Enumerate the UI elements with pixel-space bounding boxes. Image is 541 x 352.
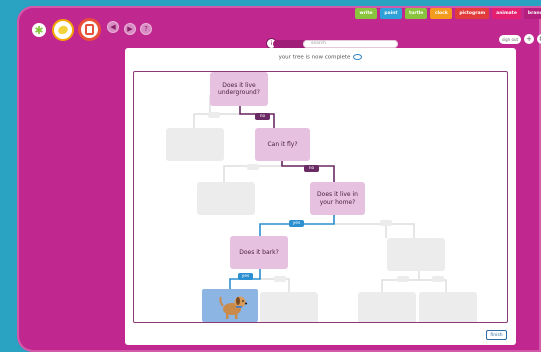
- status-text: your tree is now complete: [125, 54, 516, 61]
- no-badge: no: [255, 113, 270, 120]
- tab-clock[interactable]: clock: [430, 8, 453, 19]
- empty-node: [166, 128, 224, 161]
- question-text: Does it bark?: [239, 248, 279, 256]
- empty-node: [387, 238, 445, 271]
- empty-badge: [432, 276, 444, 282]
- question-text: Does it live in your home?: [317, 191, 358, 206]
- app-tabs: write paint turtle clock pictogram anima…: [355, 8, 541, 19]
- tree-canvas: Does it live underground? Can it fly? Do…: [133, 71, 508, 323]
- empty-badge: [208, 112, 220, 118]
- search-input[interactable]: search: [303, 39, 398, 48]
- tab-pictogram[interactable]: pictogram: [455, 8, 490, 19]
- search-track: [273, 39, 305, 48]
- empty-node: [260, 292, 318, 322]
- add-icon[interactable]: +: [524, 34, 534, 44]
- question-node[interactable]: Does it live underground?: [210, 72, 268, 106]
- dog-icon: [219, 296, 248, 319]
- empty-node: [419, 292, 477, 322]
- yes-badge: yes: [289, 220, 304, 227]
- tab-turtle[interactable]: turtle: [405, 8, 428, 19]
- tree-panel: your tree is now complete Does it live u…: [125, 48, 516, 345]
- yes-badge: yes: [238, 273, 253, 280]
- empty-badge: [397, 276, 409, 282]
- question-text: Does it live underground?: [218, 81, 260, 97]
- undo-icon[interactable]: ◀: [107, 21, 119, 33]
- speech-bubble-icon[interactable]: [353, 54, 363, 60]
- lemon-icon[interactable]: [52, 19, 74, 41]
- empty-node: [197, 182, 255, 215]
- empty-badge: [380, 220, 392, 226]
- help-icon[interactable]: ?: [140, 23, 152, 35]
- question-node[interactable]: Does it bark?: [230, 236, 288, 269]
- tab-animate[interactable]: animate: [492, 8, 521, 19]
- app-window: ✱ ◀ ▶ ? write paint turtle clock pictogr…: [0, 0, 541, 352]
- no-badge: no: [304, 165, 319, 172]
- empty-badge: [274, 276, 286, 282]
- status-label: your tree is now complete: [278, 54, 351, 61]
- document-icon[interactable]: [78, 18, 101, 41]
- empty-badge: [247, 164, 259, 170]
- tab-branch[interactable]: branch: [523, 8, 541, 19]
- answer-node[interactable]: [202, 289, 258, 322]
- question-node[interactable]: Does it live in your home?: [310, 182, 365, 215]
- question-node[interactable]: Can it fly?: [255, 128, 310, 161]
- empty-node: [358, 292, 416, 322]
- question-text: Can it fly?: [267, 140, 298, 148]
- redo-icon[interactable]: ▶: [124, 23, 136, 35]
- tab-write[interactable]: write: [355, 8, 377, 19]
- tab-paint[interactable]: paint: [380, 8, 402, 19]
- star-icon[interactable]: ✱: [32, 23, 46, 37]
- sign-out-button[interactable]: sign out: [499, 35, 521, 44]
- settings-icon[interactable]: ⚙: [537, 34, 541, 44]
- finish-button[interactable]: finish: [486, 330, 507, 340]
